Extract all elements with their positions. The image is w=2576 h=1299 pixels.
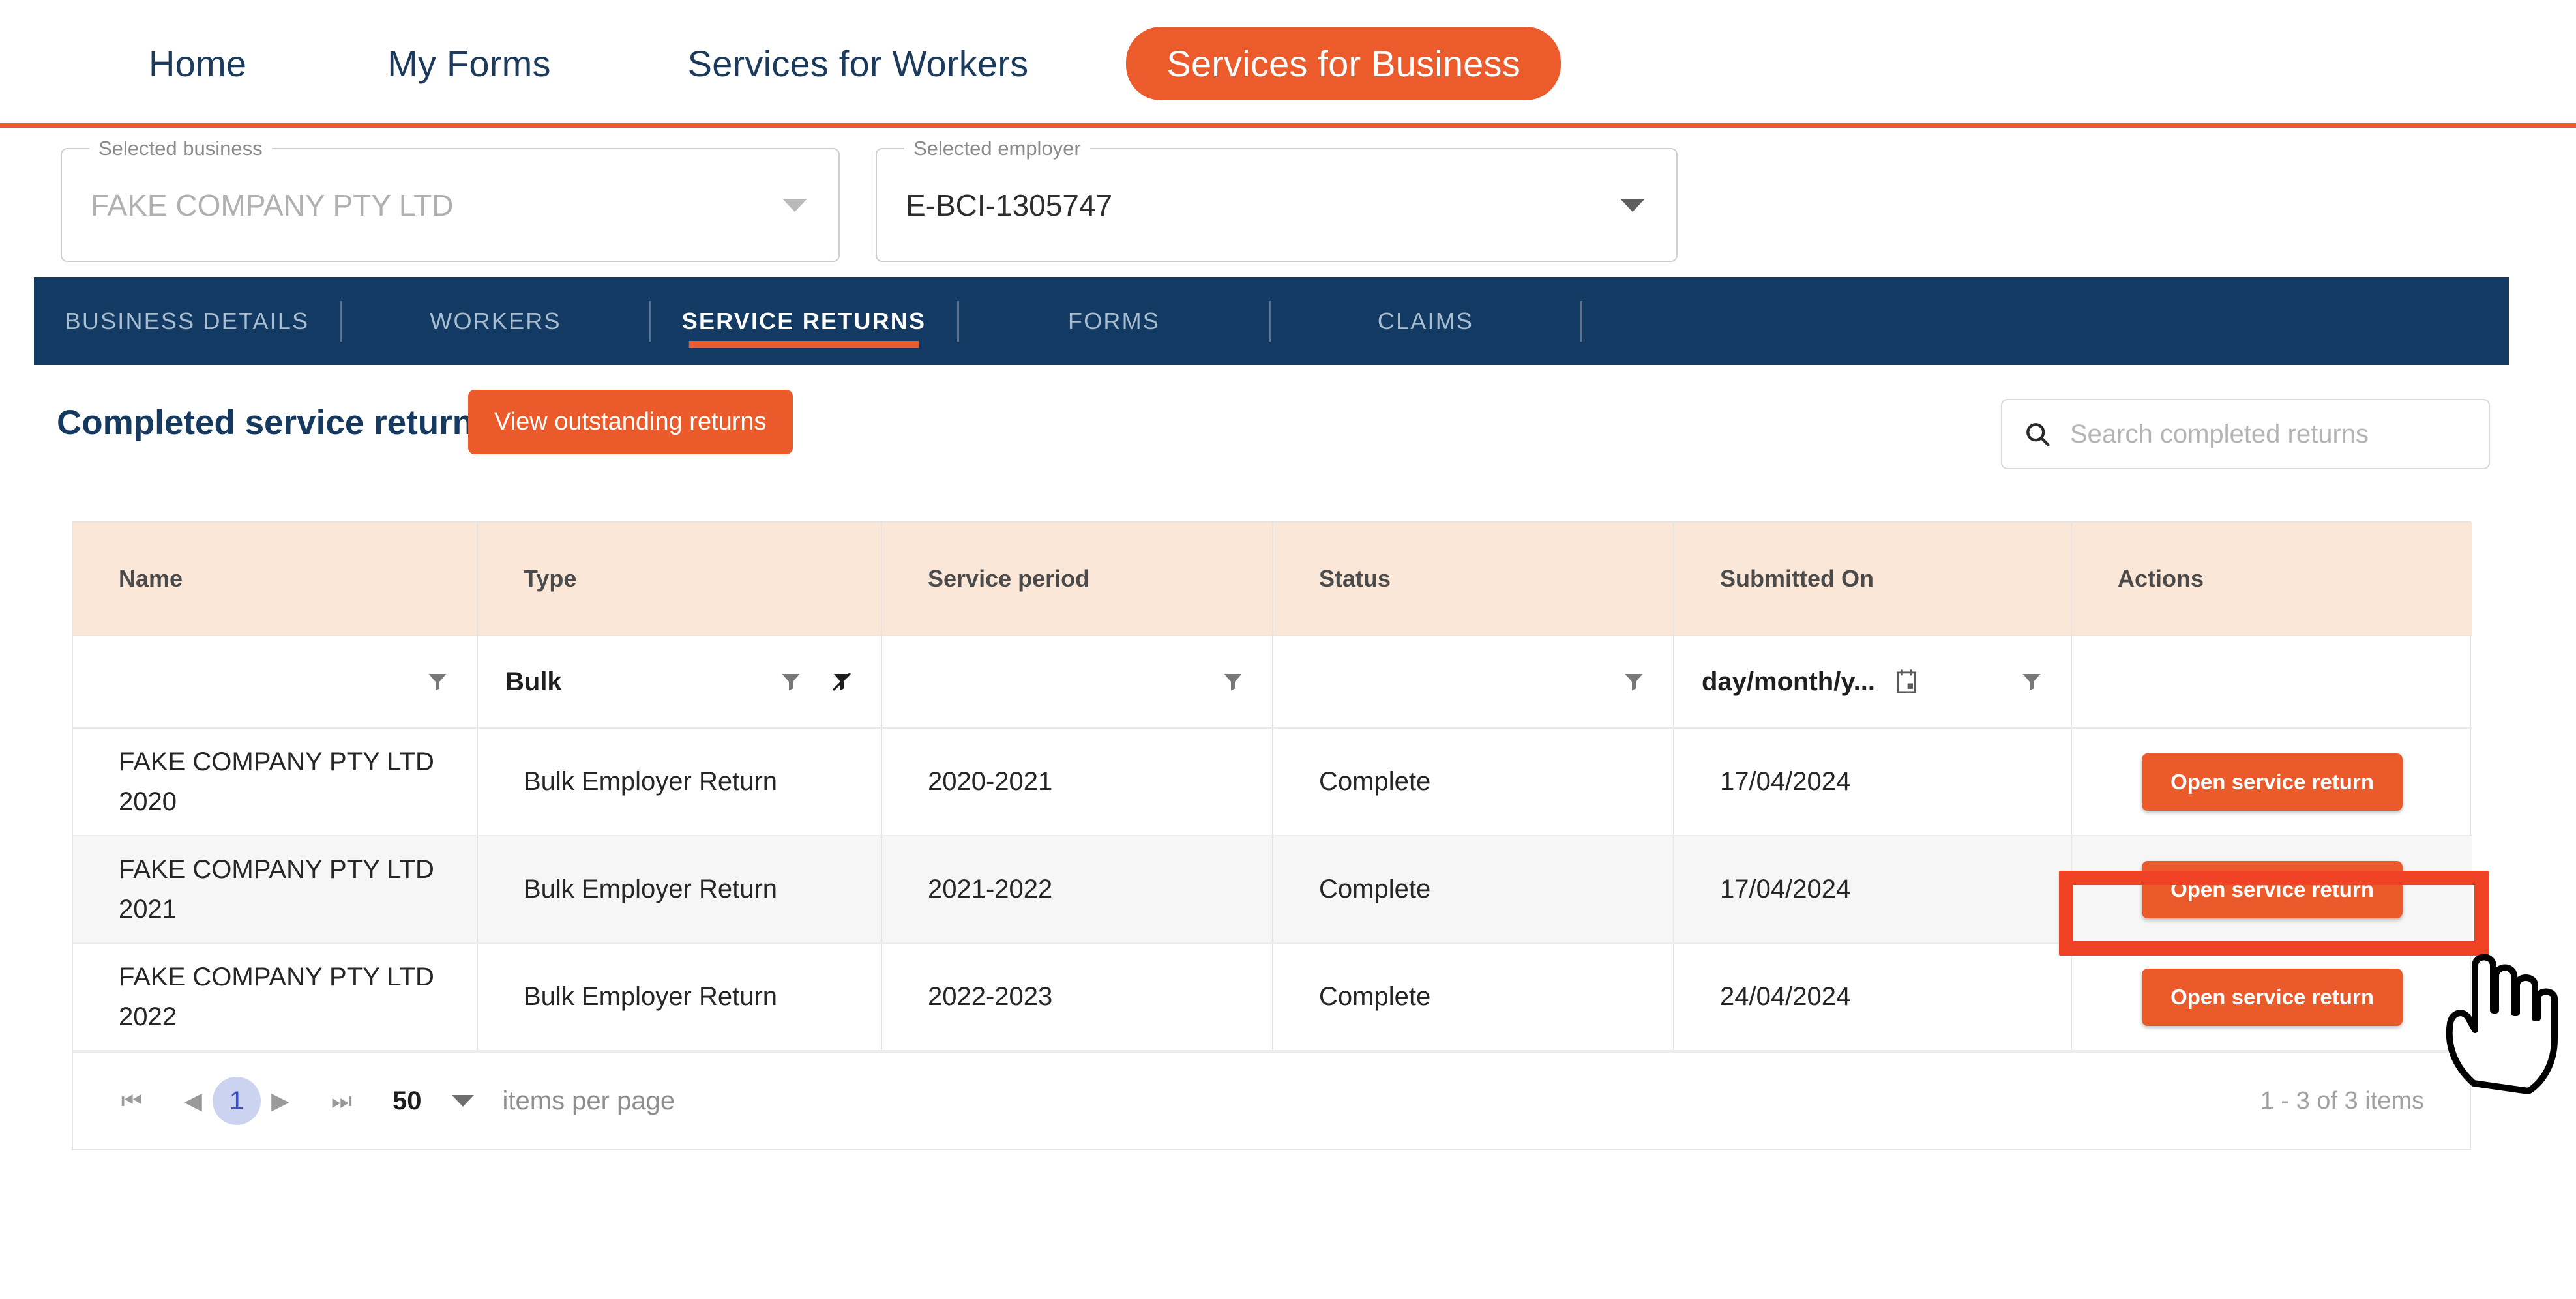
selected-employer-dropdown[interactable]: Selected employer E-BCI-1305747 — [876, 137, 1678, 262]
cell-type: Bulk Employer Return — [477, 943, 882, 1051]
tab-separator — [1580, 300, 1582, 342]
cell-name: FAKE COMPANY PTY LTD 2021 — [73, 836, 478, 944]
next-page-icon[interactable]: ▶ — [267, 1087, 293, 1115]
cell-actions: Open service return — [2071, 943, 2472, 1051]
tab-claims[interactable]: CLAIMS — [1271, 277, 1580, 365]
cell-type: Bulk Employer Return — [477, 836, 882, 944]
filter-cell-status — [1273, 635, 1674, 729]
nav-item-home[interactable]: Home — [142, 42, 253, 85]
page-number-1[interactable]: 1 — [213, 1077, 261, 1125]
search-input-placeholder[interactable]: Search completed returns — [2070, 420, 2369, 449]
selected-business-value: FAKE COMPANY PTY LTD — [91, 188, 454, 222]
table-body: FAKE COMPANY PTY LTD 2020 Bulk Employer … — [73, 728, 2472, 1051]
filter-value-type[interactable]: Bulk — [505, 667, 562, 697]
page-title: Completed service returns — [57, 403, 493, 442]
filter-icon[interactable] — [426, 670, 449, 693]
tab-label: BUSINESS DETAILS — [65, 307, 310, 334]
column-header-service-period[interactable]: Service period — [881, 523, 1273, 635]
table-row[interactable]: FAKE COMPANY PTY LTD 2020 Bulk Employer … — [73, 728, 2472, 836]
cell-type: Bulk Employer Return — [477, 728, 882, 836]
table-row[interactable]: FAKE COMPANY PTY LTD 2021 Bulk Employer … — [73, 836, 2472, 944]
chevron-down-icon[interactable] — [782, 198, 807, 212]
cell-submitted-on: 17/04/2024 — [1674, 728, 2072, 836]
search-icon — [2026, 423, 2050, 446]
selector-row: Selected business FAKE COMPANY PTY LTD S… — [0, 137, 2576, 262]
filter-cell-type: Bulk — [477, 635, 882, 729]
filter-cell-name — [73, 635, 478, 729]
items-per-page-label: items per page — [502, 1086, 675, 1115]
filter-cell-submitted-on: day/month/y... — [1674, 635, 2072, 729]
tab-service-returns[interactable]: SERVICE RETURNS — [651, 277, 957, 365]
table-filter-row: Bulk day/month/y... — [73, 635, 2472, 729]
tab-label: FORMS — [1068, 307, 1160, 334]
filter-cell-actions — [2071, 635, 2472, 729]
last-page-icon[interactable]: ⏭ — [329, 1087, 355, 1115]
selected-business-label: Selected business — [89, 137, 272, 160]
completed-service-returns-table: Name Type Service period Status Submitte… — [72, 521, 2472, 1150]
pagination-bar: ⏮ ◀ 1 ▶ ⏭ 50 items per page 1 - 3 of 3 i… — [73, 1051, 2470, 1149]
column-header-status[interactable]: Status — [1273, 523, 1674, 635]
selected-employer-value: E-BCI-1305747 — [906, 188, 1113, 222]
tab-label: SERVICE RETURNS — [681, 307, 926, 334]
first-page-icon[interactable]: ⏮ — [119, 1087, 145, 1115]
cell-submitted-on: 17/04/2024 — [1674, 836, 2072, 944]
cell-actions: Open service return — [2071, 728, 2472, 836]
filter-value-submitted-on[interactable]: day/month/y... — [1702, 667, 1875, 697]
calendar-icon[interactable] — [1893, 668, 1919, 695]
search-completed-returns-box[interactable]: Search completed returns — [2001, 399, 2490, 469]
table-row[interactable]: FAKE COMPANY PTY LTD 2022 Bulk Employer … — [73, 943, 2472, 1051]
item-count-label: 1 - 3 of 3 items — [2260, 1087, 2424, 1115]
chevron-down-icon[interactable] — [1620, 198, 1645, 212]
selected-employer-label: Selected employer — [904, 137, 1090, 160]
view-outstanding-returns-button[interactable]: View outstanding returns — [468, 390, 793, 454]
cell-name: FAKE COMPANY PTY LTD 2022 — [73, 943, 478, 1051]
cell-submitted-on: 24/04/2024 — [1674, 943, 2072, 1051]
tab-workers[interactable]: WORKERS — [342, 277, 649, 365]
filter-icon[interactable] — [1622, 670, 1646, 693]
column-header-type[interactable]: Type — [477, 523, 882, 635]
cell-service-period: 2021-2022 — [881, 836, 1273, 944]
tab-business-details[interactable]: BUSINESS DETAILS — [34, 277, 340, 365]
filter-icon[interactable] — [779, 670, 803, 693]
cell-service-period: 2020-2021 — [881, 728, 1273, 836]
nav-item-services-for-workers[interactable]: Services for Workers — [681, 42, 1035, 85]
filter-icon[interactable] — [1221, 670, 1245, 693]
header-divider — [0, 123, 2576, 128]
table-header: Name Type Service period Status Submitte… — [73, 523, 2472, 635]
table-filter-section: Bulk day/month/y... — [73, 635, 2472, 729]
filter-clear-icon[interactable] — [830, 670, 853, 693]
active-tab-underline — [688, 341, 919, 348]
nav-item-services-for-business[interactable]: Services for Business — [1126, 27, 1561, 100]
cell-name: FAKE COMPANY PTY LTD 2020 — [73, 728, 478, 836]
open-service-return-button[interactable]: Open service return — [2142, 968, 2403, 1026]
nav-item-my-forms[interactable]: My Forms — [381, 42, 557, 85]
cell-status: Complete — [1273, 836, 1674, 944]
cell-status: Complete — [1273, 943, 1674, 1051]
top-navigation: Home My Forms Services for Workers Servi… — [0, 0, 2576, 127]
tab-forms[interactable]: FORMS — [959, 277, 1269, 365]
selected-business-dropdown[interactable]: Selected business FAKE COMPANY PTY LTD — [61, 137, 840, 262]
cell-service-period: 2022-2023 — [881, 943, 1273, 1051]
column-header-actions: Actions — [2071, 523, 2472, 635]
chevron-down-icon[interactable] — [451, 1095, 474, 1107]
open-service-return-button[interactable]: Open service return — [2142, 860, 2403, 918]
filter-cell-service-period — [881, 635, 1273, 729]
tab-label: CLAIMS — [1377, 307, 1474, 334]
column-header-submitted-on[interactable]: Submitted On — [1674, 523, 2072, 635]
table-header-row: Name Type Service period Status Submitte… — [73, 523, 2472, 635]
page-size-value[interactable]: 50 — [392, 1087, 422, 1116]
tab-label: WORKERS — [430, 307, 561, 334]
previous-page-icon[interactable]: ◀ — [180, 1087, 206, 1115]
column-header-name[interactable]: Name — [73, 523, 478, 635]
section-tab-bar: BUSINESS DETAILS WORKERS SERVICE RETURNS… — [34, 277, 2509, 365]
filter-icon[interactable] — [2020, 670, 2043, 693]
cell-actions: Open service return — [2071, 836, 2472, 944]
open-service-return-button[interactable]: Open service return — [2142, 753, 2403, 811]
cell-status: Complete — [1273, 728, 1674, 836]
